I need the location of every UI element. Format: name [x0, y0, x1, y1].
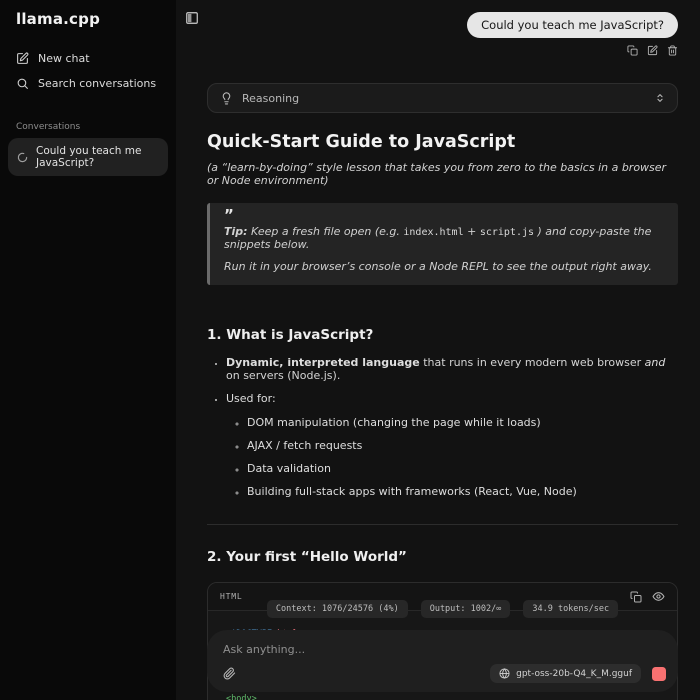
output-badge: Output: 1002/∞ [421, 600, 511, 618]
conversations-section-label: Conversations [8, 122, 168, 132]
search-label: Search conversations [38, 77, 156, 90]
list-item: DOM manipulation (changing the page whil… [247, 416, 678, 429]
lightbulb-icon [220, 92, 233, 105]
list-item: Building full-stack apps with frameworks… [247, 485, 678, 498]
list-item: Dynamic, interpreted language that runs … [226, 356, 678, 382]
composer[interactable]: Ask anything... gpt-oss-20b-Q4_K_M.gguf [207, 630, 678, 692]
search-conversations-button[interactable]: Search conversations [8, 71, 168, 96]
conversation-title: Could you teach me JavaScript? [36, 145, 159, 169]
context-badge: Context: 1076/24576 (4%) [267, 600, 408, 618]
list-item: AJAX / fetch requests [247, 439, 678, 452]
model-icon [499, 668, 510, 679]
sidebar-item-conversation[interactable]: Could you teach me JavaScript? [8, 138, 168, 176]
new-chat-label: New chat [38, 52, 90, 65]
list-item: Used for: DOM manipulation (changing the… [226, 392, 678, 498]
speed-badge: 34.9 tokens/sec [523, 600, 618, 618]
attach-file-icon[interactable] [223, 667, 236, 680]
section-1-list: Dynamic, interpreted language that runs … [207, 356, 678, 498]
app-title: llama.cpp [8, 10, 168, 28]
search-icon [16, 77, 29, 90]
app-window: llama.cpp New chat Search conversations … [0, 0, 700, 700]
sidebar-toggle-icon[interactable] [185, 11, 199, 25]
chat-area: Could you teach me JavaScript? Reasoning [207, 0, 678, 700]
quote-icon: ” [224, 208, 664, 222]
user-message-bubble: Could you teach me JavaScript? [467, 12, 678, 38]
copy-icon[interactable] [627, 45, 638, 56]
tip-blockquote: ” Tip: Keep a fresh file open (e.g. inde… [207, 203, 678, 285]
model-selector[interactable]: gpt-oss-20b-Q4_K_M.gguf [490, 664, 641, 683]
section-2-heading: 2. Your first “Hello World” [207, 549, 678, 565]
section-divider [207, 524, 678, 525]
new-chat-icon [16, 52, 29, 65]
spinner-icon [17, 152, 28, 163]
stop-generation-button[interactable] [652, 667, 666, 681]
tip-line-2: Run it in your browser’s console or a No… [224, 260, 664, 273]
article-subtitle: (a “learn-by-doing” style lesson that ta… [207, 161, 678, 187]
model-name: gpt-oss-20b-Q4_K_M.gguf [516, 669, 632, 679]
section-1-heading: 1. What is JavaScript? [207, 327, 678, 343]
reasoning-label: Reasoning [242, 92, 299, 105]
message-actions [207, 45, 678, 56]
article-title: Quick-Start Guide to JavaScript [207, 132, 678, 152]
chevron-up-down-icon[interactable] [655, 93, 665, 103]
generation-stats: Context: 1076/24576 (4%) Output: 1002/∞ … [207, 600, 678, 618]
sidebar: llama.cpp New chat Search conversations … [0, 0, 176, 700]
delete-icon[interactable] [667, 45, 678, 56]
edit-icon[interactable] [647, 45, 658, 56]
tip-line-1: Tip: Keep a fresh file open (e.g. index.… [224, 225, 664, 251]
list-item: Data validation [247, 462, 678, 475]
message-input[interactable]: Ask anything... [223, 643, 664, 656]
used-for-sublist: DOM manipulation (changing the page whil… [226, 416, 678, 498]
new-chat-button[interactable]: New chat [8, 46, 168, 71]
reasoning-collapsible[interactable]: Reasoning [207, 83, 678, 113]
